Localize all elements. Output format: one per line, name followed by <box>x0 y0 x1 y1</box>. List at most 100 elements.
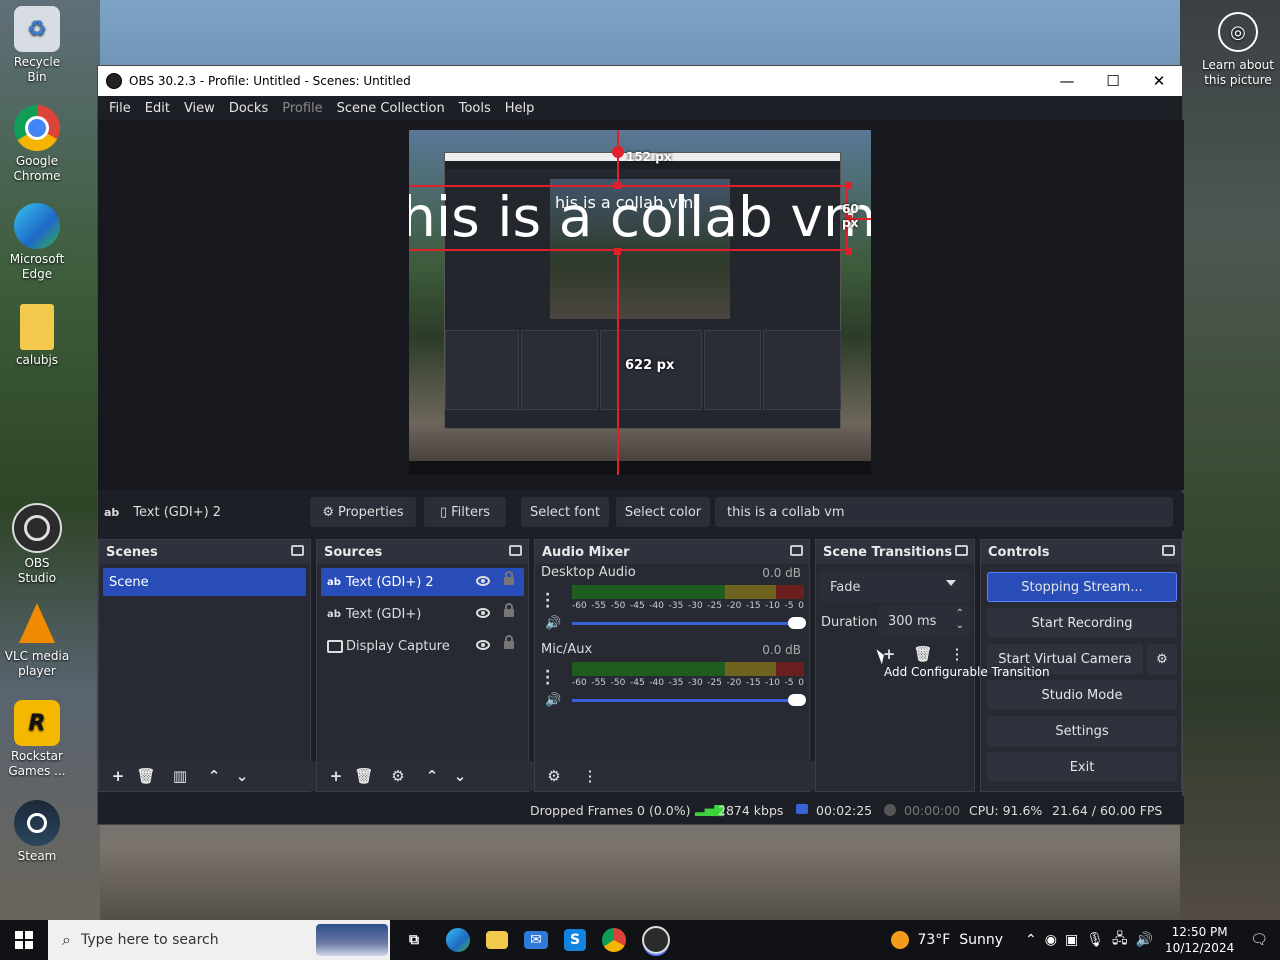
menu-view[interactable]: View <box>177 101 222 116</box>
source-item-text-gdi-2[interactable]: ab Text (GDI+) 2 <box>321 568 524 596</box>
close-button[interactable]: ✕ <box>1136 66 1182 96</box>
preview-area[interactable]: his is a collab vm his is a collab vm 15… <box>98 120 1184 490</box>
source-properties-button[interactable]: ⚙ <box>387 765 409 787</box>
start-button[interactable] <box>0 920 48 960</box>
title-bar[interactable]: OBS 30.2.3 - Profile: Untitled - Scenes:… <box>98 66 1182 96</box>
chevron-down-icon <box>946 580 956 586</box>
spin-arrows-icon[interactable]: ⌃ ⌄ <box>956 608 964 632</box>
camera-tray-icon[interactable]: ▣ <box>1065 932 1078 948</box>
volume-icon[interactable]: 🔊 <box>1136 932 1153 948</box>
transition-menu-button[interactable]: · · · <box>946 643 968 665</box>
channel-menu-button[interactable]: · · · <box>545 665 550 691</box>
desktop-icon-edge[interactable]: Microsoft Edge <box>4 203 70 282</box>
virtual-camera-gear-icon[interactable]: ⚙ <box>1147 644 1177 674</box>
exit-button[interactable]: Exit <box>987 752 1177 782</box>
minimize-button[interactable]: — <box>1044 66 1090 96</box>
properties-button[interactable]: ⚙ Properties <box>310 497 416 527</box>
clock[interactable]: 12:50 PM 10/12/2024 <box>1165 924 1234 956</box>
weather-text[interactable]: 73°F Sunny <box>917 932 1003 948</box>
transition-select[interactable]: Fade <box>820 572 970 602</box>
distance-label-bottom: 622 px <box>625 358 675 373</box>
menu-edit[interactable]: Edit <box>138 101 177 116</box>
resize-handle-br[interactable] <box>845 248 852 255</box>
notification-icon[interactable]: 🗨 <box>1250 932 1268 948</box>
skype-icon[interactable]: S <box>564 929 586 951</box>
menu-docks[interactable]: Docks <box>222 101 275 116</box>
volume-slider-knob[interactable] <box>788 694 806 706</box>
trash-icon[interactable]: 🗑 <box>135 765 157 787</box>
task-view-icon[interactable]: ⧉ <box>398 924 430 956</box>
network-icon[interactable]: 🖧 <box>1112 928 1128 952</box>
mail-icon[interactable]: ✉ <box>524 931 548 949</box>
add-scene-button[interactable]: + <box>107 765 129 787</box>
lock-icon[interactable] <box>504 635 514 649</box>
desktop-icon-steam[interactable]: Steam <box>4 800 70 864</box>
volume-slider[interactable] <box>572 617 806 629</box>
desktop-icon-chrome[interactable]: Google Chrome <box>4 105 70 184</box>
menu-profile[interactable]: Profile <box>275 101 329 116</box>
settings-button[interactable]: Settings <box>987 716 1177 746</box>
float-dock-icon[interactable] <box>955 545 968 556</box>
learn-about-picture[interactable]: ◎ Learn about this picture <box>1200 12 1276 88</box>
desktop-icon-rockstar[interactable]: R Rockstar Games ... <box>4 700 70 779</box>
move-up-button[interactable]: ⌃ <box>203 765 225 787</box>
menu-help[interactable]: Help <box>498 101 542 116</box>
volume-slider-knob[interactable] <box>788 617 806 629</box>
source-item-text-gdi[interactable]: ab Text (GDI+) <box>321 600 524 628</box>
source-item-display-capture[interactable]: Display Capture <box>321 632 524 660</box>
edge-taskbar-icon[interactable] <box>446 928 470 952</box>
speaker-icon[interactable]: 🔊 <box>545 693 561 708</box>
mixer-channel-desktop-audio: Desktop Audio 0.0 dB · · · -60 -55 -50 -45 -40… <box>535 564 809 641</box>
chevron-up-icon[interactable]: ⌃ <box>1025 932 1037 948</box>
menu-tools[interactable]: Tools <box>452 101 498 116</box>
duration-spinbox[interactable]: 300 ms ⌃ ⌄ <box>878 606 970 636</box>
obs-taskbar-icon[interactable] <box>642 926 670 954</box>
filters-button[interactable]: ▯ Filters <box>424 497 506 527</box>
move-up-button[interactable]: ⌃ <box>421 765 443 787</box>
channel-menu-button[interactable]: · · · <box>545 588 550 614</box>
volume-slider[interactable] <box>572 694 806 706</box>
scene-item[interactable]: Scene <box>103 568 306 596</box>
visibility-eye-icon[interactable] <box>476 576 490 586</box>
float-dock-icon[interactable] <box>509 545 522 556</box>
start-recording-button[interactable]: Start Recording <box>987 608 1177 638</box>
move-down-button[interactable]: ⌄ <box>449 765 471 787</box>
advanced-audio-gear-icon[interactable]: ⚙ <box>543 765 565 787</box>
float-dock-icon[interactable] <box>1162 545 1175 556</box>
stopping-stream-button[interactable]: Stopping Stream... <box>987 572 1177 602</box>
lock-icon[interactable] <box>504 603 514 617</box>
obs-tray-icon[interactable]: ◉ <box>1045 932 1057 948</box>
resize-handle-tr[interactable] <box>845 182 852 189</box>
program-preview[interactable]: his is a collab vm his is a collab vm 15… <box>409 130 871 475</box>
taskbar-search[interactable]: ⌕ Type here to search <box>48 920 390 960</box>
float-dock-icon[interactable] <box>790 545 803 556</box>
scene-filters-button[interactable]: ▥ <box>169 765 191 787</box>
mixer-menu-button[interactable]: · · · <box>579 765 601 787</box>
select-color-button[interactable]: Select color <box>616 497 710 527</box>
selection-bounding-box[interactable] <box>409 185 848 251</box>
trash-icon[interactable]: 🗑 <box>353 765 375 787</box>
maximize-button[interactable]: ☐ <box>1090 66 1136 96</box>
select-font-button[interactable]: Select font <box>521 497 609 527</box>
desktop-icon-vlc[interactable]: VLC media player <box>4 600 70 679</box>
add-source-button[interactable]: + <box>325 765 347 787</box>
chrome-taskbar-icon[interactable] <box>602 928 626 952</box>
file-explorer-icon[interactable] <box>486 931 508 949</box>
filter-icon: ▯ <box>439 504 448 520</box>
text-content-field[interactable]: this is a collab vm <box>715 497 1173 527</box>
menu-file[interactable]: File <box>102 101 138 116</box>
desktop-icon-recycle-bin[interactable]: ♻ Recycle Bin <box>4 6 70 85</box>
speaker-icon[interactable]: 🔊 <box>545 616 561 631</box>
lock-icon[interactable] <box>504 571 514 585</box>
cpu-usage: CPU: 91.6% <box>969 803 1043 818</box>
studio-mode-button[interactable]: Studio Mode <box>987 680 1177 710</box>
move-down-button[interactable]: ⌄ <box>231 765 253 787</box>
visibility-eye-icon[interactable] <box>476 608 490 618</box>
menu-scene-collection[interactable]: Scene Collection <box>330 101 452 116</box>
float-dock-icon[interactable] <box>291 545 304 556</box>
trash-icon[interactable]: 🗑 <box>912 643 934 665</box>
microphone-icon[interactable]: 🎙 <box>1086 932 1104 948</box>
visibility-eye-icon[interactable] <box>476 640 490 650</box>
desktop-icon-folder[interactable]: calubjs <box>4 304 70 368</box>
desktop-icon-obs[interactable]: OBS Studio <box>4 503 70 586</box>
